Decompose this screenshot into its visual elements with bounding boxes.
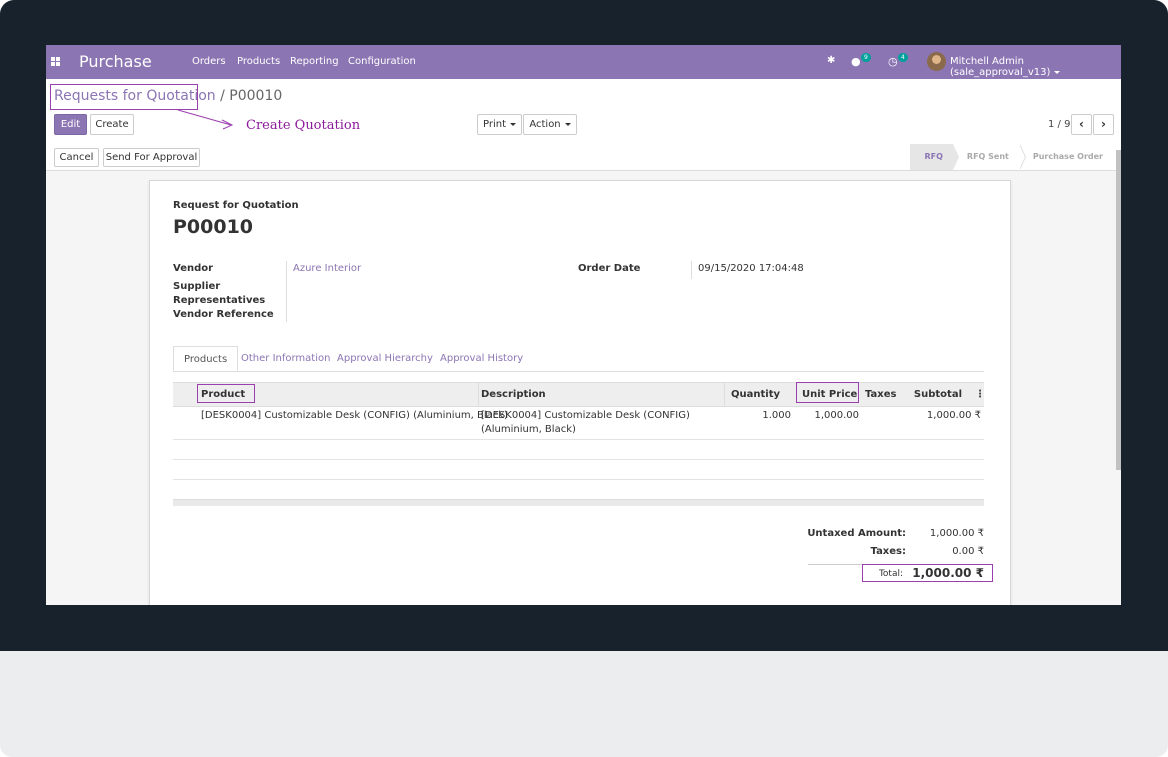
chevron-down-icon xyxy=(510,122,516,126)
stage-bar: RFQ RFQ Sent Purchase Order xyxy=(910,144,1121,170)
stage-rfq-sent-label: RFQ Sent xyxy=(966,152,1009,161)
status-bar: Cancel Send For Approval RFQ RFQ Sent Pu… xyxy=(46,144,1121,171)
activity-count-badge: 4 xyxy=(898,53,908,62)
vendor-field[interactable]: Azure Interior xyxy=(293,263,361,274)
row-description-2[interactable]: (Aluminium, Black) xyxy=(481,423,576,437)
action-label: Action xyxy=(529,119,561,130)
highlight-box xyxy=(796,382,859,403)
activity-icon[interactable]: ◷ 4 xyxy=(888,53,908,68)
row-product[interactable]: [DESK0004] Customizable Desk (CONFIG) (A… xyxy=(201,409,508,423)
stage-purchase-order[interactable]: Purchase Order xyxy=(1019,144,1121,170)
apps-grid-icon[interactable] xyxy=(51,57,60,66)
cancel-button[interactable]: Cancel xyxy=(54,148,99,167)
edit-button[interactable]: Edit xyxy=(54,114,87,135)
user-menu[interactable]: Mitchell Admin (sale_approval_v13) xyxy=(950,56,1121,78)
tab-approval-history[interactable]: Approval History xyxy=(430,346,533,371)
pager-next-button[interactable]: › xyxy=(1093,114,1114,135)
tab-products[interactable]: Products xyxy=(173,346,239,371)
col-description[interactable]: Description xyxy=(481,383,546,406)
pager-value: 1 / 9 xyxy=(1048,119,1071,130)
taxes-value: 0.00 ₹ xyxy=(952,546,984,557)
untaxed-value: 1,000.00 ₹ xyxy=(929,528,984,539)
chat-count-badge: 9 xyxy=(861,53,871,62)
column-options-icon[interactable]: ⋮ xyxy=(975,383,985,406)
top-navbar: Purchase Orders Products Reporting Confi… xyxy=(46,45,1121,79)
send-for-approval-button[interactable]: Send For Approval xyxy=(103,148,200,167)
avatar[interactable] xyxy=(927,52,946,71)
representatives-label: Representatives xyxy=(173,295,266,306)
notebook-tabs: Products Other Information Approval Hier… xyxy=(173,346,984,372)
stage-arrow xyxy=(952,144,959,170)
pager-previous-button[interactable]: ‹ xyxy=(1071,114,1092,135)
annotation-text: Create Quotation xyxy=(246,118,361,133)
tab-approval-hierarchy[interactable]: Approval Hierarchy xyxy=(327,346,443,371)
row-description-1[interactable]: [DESK0004] Customizable Desk (CONFIG) xyxy=(481,409,690,423)
col-taxes[interactable]: Taxes xyxy=(865,383,896,406)
untaxed-label: Untaxed Amount: xyxy=(807,528,906,539)
menu-reporting[interactable]: Reporting xyxy=(290,56,339,67)
menu-products[interactable]: Products xyxy=(237,56,280,67)
row-quantity[interactable]: 1.000 xyxy=(725,409,791,423)
row-divider xyxy=(173,439,984,440)
create-button[interactable]: Create xyxy=(90,114,134,135)
bug-icon[interactable]: ✱ xyxy=(827,55,835,66)
scrollbar[interactable] xyxy=(1116,150,1121,470)
app-brand[interactable]: Purchase xyxy=(79,52,152,71)
form-subtitle: Request for Quotation xyxy=(173,200,299,211)
tab-other-information[interactable]: Other Information xyxy=(231,346,340,371)
row-unit-price[interactable]: 1,000.00 xyxy=(793,409,859,423)
table-header: Product Description Quantity Unit Price … xyxy=(173,382,985,407)
chevron-down-icon xyxy=(564,122,571,126)
highlight-box xyxy=(50,84,198,110)
user-name: Mitchell Admin (sale_approval_v13) xyxy=(950,56,1051,78)
menu-configuration[interactable]: Configuration xyxy=(348,56,416,67)
stage-rfq-label: RFQ xyxy=(924,152,943,161)
col-quantity[interactable]: Quantity xyxy=(725,383,780,406)
monitor-stand xyxy=(0,651,1168,757)
menu-orders[interactable]: Orders xyxy=(192,56,226,67)
order-date-field[interactable]: 09/15/2020 17:04:48 xyxy=(698,263,804,274)
stage-arrow xyxy=(1018,144,1025,170)
row-subtotal[interactable]: 1,000.00 ₹ xyxy=(905,409,981,423)
chat-icon[interactable]: ● 9 xyxy=(851,53,871,68)
highlight-box xyxy=(862,564,993,582)
form-sheet: Request for Quotation P00010 Vendor Azur… xyxy=(149,180,1011,605)
row-divider xyxy=(173,459,984,460)
table-footer xyxy=(173,499,984,506)
print-button[interactable]: Print xyxy=(477,114,522,135)
col-divider xyxy=(478,383,479,406)
annotation-arrow xyxy=(177,109,234,130)
breadcrumb-separator: / xyxy=(220,88,225,104)
field-divider xyxy=(286,261,287,322)
order-date-label: Order Date xyxy=(578,263,641,274)
supplier-label: Supplier xyxy=(173,281,221,292)
row-divider xyxy=(173,479,984,480)
stage-purchase-order-label: Purchase Order xyxy=(1032,152,1103,161)
breadcrumb-current: P00010 xyxy=(229,88,283,104)
action-button[interactable]: Action xyxy=(523,114,577,135)
highlight-box xyxy=(197,384,255,403)
field-divider xyxy=(691,261,692,279)
stage-rfq-sent[interactable]: RFQ Sent xyxy=(953,144,1025,170)
taxes-label: Taxes: xyxy=(870,546,906,557)
chevron-down-icon xyxy=(1054,70,1061,74)
page-title: P00010 xyxy=(173,216,254,238)
print-label: Print xyxy=(482,119,506,130)
vendor-reference-label: Vendor Reference xyxy=(173,309,274,320)
stage-rfq[interactable]: RFQ xyxy=(910,144,959,170)
col-subtotal[interactable]: Subtotal xyxy=(893,383,962,406)
vendor-label: Vendor xyxy=(173,263,214,274)
